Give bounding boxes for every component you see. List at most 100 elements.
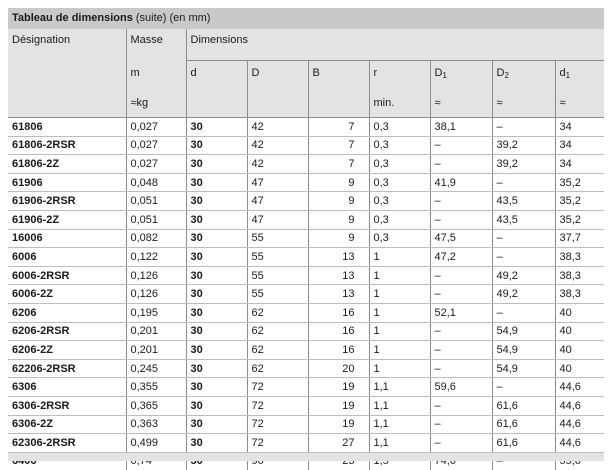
table-cell: 47: [247, 210, 308, 229]
table-cell: 7: [308, 155, 369, 174]
table-cell: 47: [247, 192, 308, 211]
header-col-D1-approx: ≈: [430, 93, 492, 118]
table-row: 160060,082305590,347,5–37,7: [8, 229, 604, 248]
table-cell: 13: [308, 248, 369, 267]
table-cell: 1: [369, 248, 430, 267]
table-cell: 38,3: [555, 248, 604, 267]
table-cell: 35,2: [555, 192, 604, 211]
table-cell: 44,6: [555, 378, 604, 397]
table-cell: 1,1: [369, 415, 430, 434]
table-cell: 40: [555, 341, 604, 360]
table-cell: 1: [369, 341, 430, 360]
table-cell: 1,1: [369, 378, 430, 397]
header-col-r-min: min.: [369, 93, 430, 118]
table-cell: 54,9: [492, 341, 555, 360]
table-cell: 54,9: [492, 322, 555, 341]
table-cell: 16: [308, 303, 369, 322]
table-cell: 62206-2RSR: [8, 359, 126, 378]
table-cell: 0,048: [126, 173, 186, 192]
header-col-r: r: [369, 61, 430, 94]
table-cell: 55: [247, 266, 308, 285]
table-cell: 0,3: [369, 173, 430, 192]
table-row: 6306-2RSR0,3653072191,1–61,644,6: [8, 396, 604, 415]
table-cell: 34: [555, 136, 604, 155]
table-cell: 0,355: [126, 378, 186, 397]
dimension-table: Désignation Masse Dimensions m d D B r D…: [8, 29, 604, 470]
header-col-B: B: [308, 61, 369, 94]
table-cell: 37,7: [555, 229, 604, 248]
table-row: 6206-2Z0,2013062161–54,940: [8, 341, 604, 360]
table-cell: 1: [369, 266, 430, 285]
table-cell: –: [492, 173, 555, 192]
table-cell: 55: [247, 248, 308, 267]
table-cell: 6206-2RSR: [8, 322, 126, 341]
header-col-D2-approx: ≈: [492, 93, 555, 118]
header-masse-approx: ≈kg: [126, 93, 186, 118]
table-cell: 0,027: [126, 136, 186, 155]
table-cell: 55: [247, 285, 308, 304]
table-cell: 30: [186, 396, 247, 415]
table-cell: 0,365: [126, 396, 186, 415]
table-title-rest: (suite) (en mm): [136, 12, 211, 24]
header-masse: Masse: [126, 29, 186, 61]
table-cell: –: [492, 229, 555, 248]
table-cell: 47,5: [430, 229, 492, 248]
table-cell: 61806-2Z: [8, 155, 126, 174]
table-cell: –: [430, 136, 492, 155]
table-row: 6006-2Z0,1263055131–49,238,3: [8, 285, 604, 304]
table-cell: 42: [247, 136, 308, 155]
header-dimensions: Dimensions: [186, 29, 604, 61]
table-cell: 62: [247, 359, 308, 378]
table-cell: 34: [555, 155, 604, 174]
table-footer-bar: [8, 453, 604, 461]
table-cell: 35,2: [555, 173, 604, 192]
table-cell: 44,6: [555, 415, 604, 434]
table-cell: 0,3: [369, 229, 430, 248]
table-cell: 6006-2Z: [8, 285, 126, 304]
table-cell: 0,126: [126, 266, 186, 285]
table-cell: 6306: [8, 378, 126, 397]
table-cell: 30: [186, 155, 247, 174]
table-cell: 41,9: [430, 173, 492, 192]
table-cell: –: [492, 248, 555, 267]
table-row: 61806-2RSR0,027304270,3–39,234: [8, 136, 604, 155]
table-cell: 0,363: [126, 415, 186, 434]
table-title-bold: Tableau de dimensions: [12, 12, 133, 24]
table-cell: 30: [186, 173, 247, 192]
table-cell: –: [492, 118, 555, 137]
table-cell: 39,2: [492, 155, 555, 174]
table-cell: 6306-2RSR: [8, 396, 126, 415]
table-cell: 0,3: [369, 118, 430, 137]
table-cell: 59,6: [430, 378, 492, 397]
table-cell: 38,3: [555, 266, 604, 285]
table-cell: 9: [308, 229, 369, 248]
table-cell: 38,1: [430, 118, 492, 137]
table-cell: 72: [247, 378, 308, 397]
table-cell: 40: [555, 359, 604, 378]
header-col-d1-approx: ≈: [555, 93, 604, 118]
table-row: 61806-2Z0,027304270,3–39,234: [8, 155, 604, 174]
table-cell: 1,1: [369, 434, 430, 453]
table-cell: 72: [247, 415, 308, 434]
table-cell: –: [430, 396, 492, 415]
table-cell: 30: [186, 136, 247, 155]
table-cell: –: [430, 322, 492, 341]
table-cell: 47,2: [430, 248, 492, 267]
table-cell: 30: [186, 322, 247, 341]
table-cell: 30: [186, 303, 247, 322]
table-row: 61906-2RSR0,051304790,3–43,535,2: [8, 192, 604, 211]
table-cell: 19: [308, 415, 369, 434]
table-cell: 6006: [8, 248, 126, 267]
table-cell: 0,3: [369, 192, 430, 211]
header-col-d1: d1: [555, 61, 604, 94]
table-cell: 72: [247, 434, 308, 453]
table-cell: –: [430, 359, 492, 378]
table-cell: 47: [247, 173, 308, 192]
header-col-D2: D2: [492, 61, 555, 94]
header-col-D: D: [247, 61, 308, 94]
table-cell: 40: [555, 303, 604, 322]
table-cell: 0,3: [369, 155, 430, 174]
table-cell: 19: [308, 396, 369, 415]
table-cell: 0,051: [126, 192, 186, 211]
table-cell: 34: [555, 118, 604, 137]
